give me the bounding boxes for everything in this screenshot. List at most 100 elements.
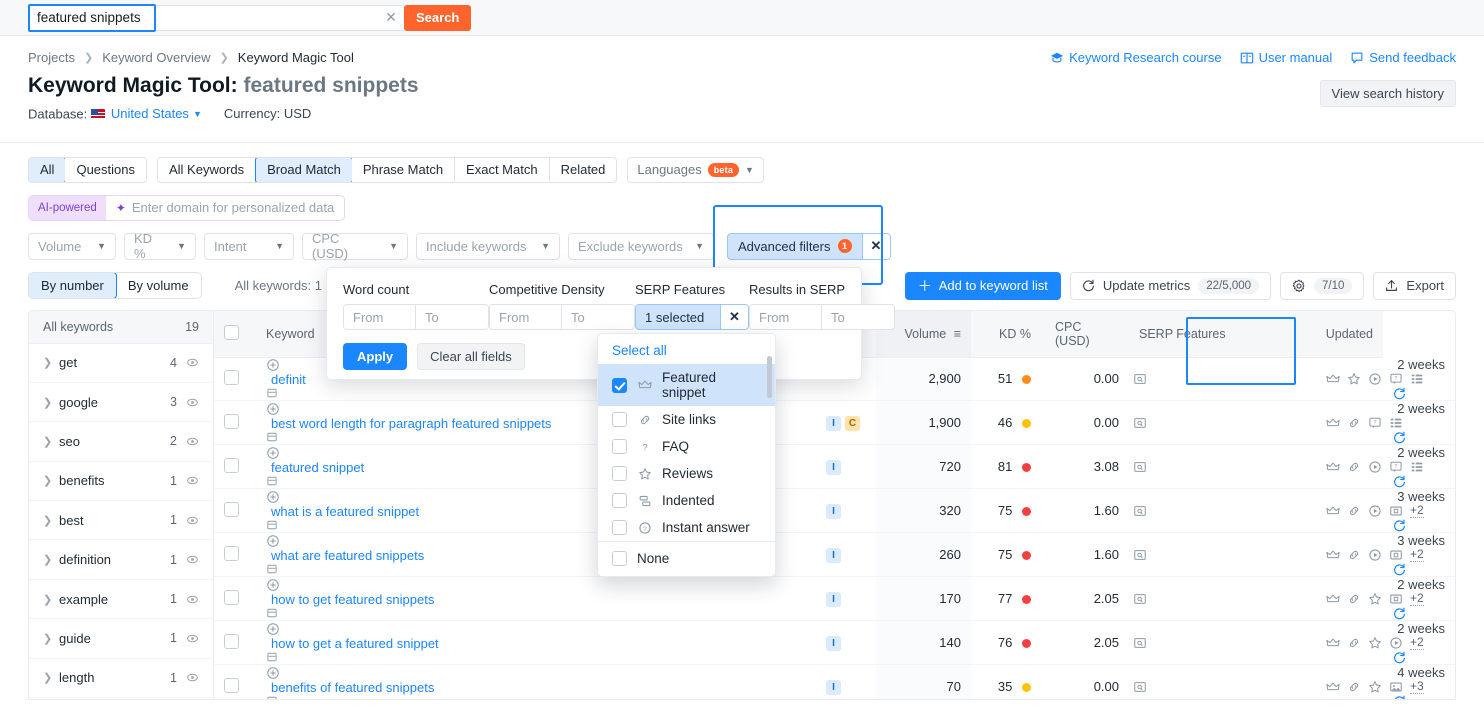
table-row[interactable]: best word length for paragraph featured …: [214, 400, 1455, 445]
search-input[interactable]: [28, 4, 378, 31]
serp-feature-crown-icon[interactable]: [1326, 680, 1340, 694]
serp-feature-option[interactable]: Reviews: [598, 460, 775, 487]
table-row[interactable]: what are featured snippets I 260 75 1.60 …: [214, 532, 1455, 577]
serp-feature-option[interactable]: Indented: [598, 487, 775, 514]
results-in-serp-to-input[interactable]: [822, 305, 894, 329]
row-checkbox[interactable]: [224, 677, 239, 693]
database-selector[interactable]: United States ▼: [90, 106, 202, 121]
serp-feature-crown-icon[interactable]: [1326, 592, 1340, 606]
serp-feature-star-icon[interactable]: [1368, 636, 1382, 650]
export-button[interactable]: Export: [1373, 271, 1456, 300]
serp-feature-faq-icon[interactable]: ?: [1389, 372, 1403, 386]
column-header-updated[interactable]: Updated: [1311, 310, 1383, 358]
serp-feature-crown-icon[interactable]: [1326, 372, 1340, 386]
eye-icon[interactable]: [186, 474, 199, 487]
row-checkbox[interactable]: [224, 589, 239, 605]
sidebar-item[interactable]: ❯ get 4: [29, 344, 213, 383]
toggle-by-number[interactable]: By number: [28, 273, 117, 298]
results-in-serp-from-input[interactable]: [750, 305, 822, 329]
serp-feature-option[interactable]: ? FAQ: [598, 433, 775, 460]
expand-chevron-icon[interactable]: ❯: [43, 671, 59, 684]
serp-feature-video-icon[interactable]: [1368, 548, 1382, 562]
serp-features-none-option[interactable]: None: [598, 541, 775, 576]
search-button[interactable]: Search: [404, 4, 472, 31]
serp-feature-checkbox[interactable]: [612, 520, 627, 535]
serp-feature-checkbox[interactable]: [612, 493, 627, 508]
add-keyword-icon[interactable]: [266, 666, 806, 680]
serp-feature-faq-icon[interactable]: ?: [1368, 416, 1382, 430]
serp-features-more[interactable]: +2: [1410, 503, 1424, 518]
serp-features-clear-icon[interactable]: ✕: [720, 305, 748, 329]
serp-features-more[interactable]: +2: [1410, 547, 1424, 562]
serp-feature-video-icon[interactable]: [1368, 504, 1382, 518]
serp-feature-image-icon[interactable]: [1389, 592, 1403, 606]
clear-search-icon[interactable]: ✕: [378, 4, 404, 31]
filter-volume[interactable]: Volume ▼: [28, 232, 116, 260]
sidebar-item[interactable]: ❯ guide 1: [29, 619, 213, 659]
row-refresh-icon[interactable]: [1393, 519, 1445, 532]
word-count-to-input[interactable]: [416, 305, 488, 329]
expand-chevron-icon[interactable]: ❯: [43, 593, 59, 606]
filter-intent[interactable]: Intent ▼: [204, 232, 294, 260]
serp-feature-link-icon[interactable]: [1347, 636, 1361, 650]
serp-feature-list-icon[interactable]: [1410, 372, 1424, 386]
advanced-filters-close-icon[interactable]: ✕: [861, 233, 890, 259]
serp-feature-image-icon[interactable]: [1389, 548, 1403, 562]
eye-icon[interactable]: [186, 632, 199, 645]
expand-chevron-icon[interactable]: ❯: [43, 396, 59, 409]
sidebar-item[interactable]: ❯ google 3: [29, 383, 213, 423]
row-refresh-icon[interactable]: [1393, 695, 1445, 699]
row-refresh-icon[interactable]: [1393, 651, 1445, 664]
row-checkbox[interactable]: [224, 501, 239, 517]
serp-analysis-icon[interactable]: [1133, 504, 1301, 518]
filter-exclude-keywords[interactable]: Exclude keywords ▼: [568, 232, 714, 260]
serp-feature-star-icon[interactable]: [1368, 680, 1382, 694]
expand-chevron-icon[interactable]: ❯: [43, 632, 59, 645]
send-feedback-link[interactable]: Send feedback: [1350, 50, 1456, 65]
none-checkbox[interactable]: [612, 551, 627, 566]
keyword-link[interactable]: benefits of featured snippets: [271, 680, 434, 695]
eye-icon[interactable]: [186, 514, 199, 527]
dropdown-scrollbar[interactable]: [767, 356, 772, 398]
serp-preview-mini-icon[interactable]: [266, 607, 806, 619]
ai-domain-input[interactable]: ✦ Enter domain for personalized data: [106, 200, 344, 215]
serp-features-more[interactable]: +3: [1410, 679, 1424, 694]
keyword-link[interactable]: best word length for paragraph featured …: [271, 416, 551, 431]
serp-feature-checkbox[interactable]: [612, 412, 627, 427]
row-checkbox[interactable]: [224, 457, 239, 473]
row-checkbox[interactable]: [224, 369, 239, 385]
serp-feature-list-icon[interactable]: [1389, 416, 1403, 430]
ai-domain-box[interactable]: AI-powered ✦ Enter domain for personaliz…: [28, 194, 346, 221]
sidebar-item[interactable]: ❯ benefits 1: [29, 462, 213, 502]
add-to-keyword-list-button[interactable]: ＋ Add to keyword list: [904, 271, 1061, 300]
sidebar-item[interactable]: ❯ example 1: [29, 580, 213, 620]
tab-questions[interactable]: Questions: [65, 157, 146, 182]
table-row[interactable]: featured snippet I 720 81 3.08 ? 2 weeks: [214, 444, 1455, 489]
row-checkbox[interactable]: [224, 633, 239, 649]
row-refresh-icon[interactable]: [1393, 607, 1445, 620]
serp-feature-link-icon[interactable]: [1347, 548, 1361, 562]
serp-feature-option[interactable]: ? Instant answer: [598, 514, 775, 541]
keyword-link[interactable]: what are featured snippets: [271, 548, 424, 563]
sidebar-item[interactable]: ❯ definition 1: [29, 540, 213, 580]
select-all-checkbox[interactable]: [224, 324, 239, 340]
eye-icon[interactable]: [186, 671, 199, 684]
serp-preview-mini-icon[interactable]: [266, 695, 806, 699]
row-refresh-icon[interactable]: [1393, 475, 1445, 488]
serp-feature-video-icon[interactable]: [1389, 636, 1403, 650]
sidebar-item[interactable]: ❯ best 1: [29, 501, 213, 541]
table-row[interactable]: how to get a featured snippet I 140 76 2.…: [214, 620, 1455, 665]
keyword-link[interactable]: how to get a featured snippet: [271, 636, 439, 651]
column-header-serp-features[interactable]: SERP Features: [1121, 310, 1311, 358]
serp-feature-faq-icon[interactable]: ?: [1389, 460, 1403, 474]
eye-icon[interactable]: [186, 396, 199, 409]
filter-include-keywords[interactable]: Include keywords ▼: [416, 232, 560, 260]
expand-chevron-icon[interactable]: ❯: [43, 514, 59, 527]
serp-preview-mini-icon[interactable]: [266, 651, 806, 663]
serp-feature-crown-icon[interactable]: [1326, 548, 1340, 562]
row-refresh-icon[interactable]: [1393, 387, 1445, 400]
add-keyword-icon[interactable]: [266, 622, 806, 636]
filter-kd[interactable]: KD % ▼: [124, 231, 196, 261]
keyword-link[interactable]: how to get featured snippets: [271, 592, 434, 607]
keyword-research-course-link[interactable]: Keyword Research course: [1050, 50, 1222, 65]
